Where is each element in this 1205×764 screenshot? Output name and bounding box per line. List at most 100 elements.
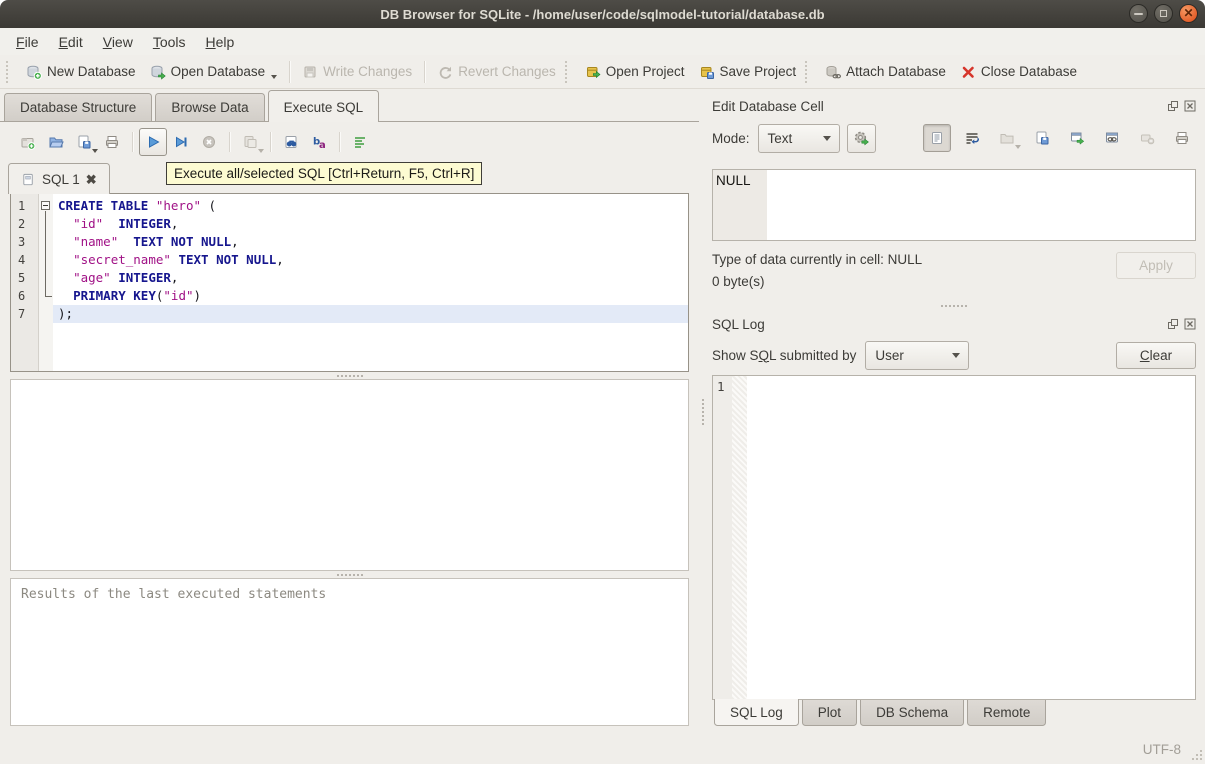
print-sql-button[interactable]: [98, 128, 126, 156]
editor-line[interactable]: 1 CREATE TABLE "hero" (: [11, 197, 688, 215]
cell-value-editor[interactable]: NULL: [712, 169, 1196, 241]
import-dropdown-icon[interactable]: [1015, 145, 1021, 149]
attach-database-icon: [825, 64, 842, 80]
horizontal-splitter[interactable]: [712, 300, 1196, 312]
editor-line[interactable]: 4 "secret_name" TEXT NOT NULL,: [11, 251, 688, 269]
menubar: File Edit View Tools Help: [0, 28, 1205, 55]
menu-view[interactable]: View: [93, 30, 143, 54]
tab-browse-data[interactable]: Browse Data: [155, 93, 265, 121]
sql-document-icon: [21, 172, 36, 187]
edit-cell-dock-header: Edit Database Cell: [712, 96, 1196, 116]
export-results-dropdown-icon[interactable]: [258, 149, 264, 153]
menu-edit[interactable]: Edit: [49, 30, 93, 54]
resize-grip[interactable]: [1190, 748, 1202, 760]
sql-toolbar-separator: [132, 132, 133, 152]
tab-db-schema[interactable]: DB Schema: [860, 700, 965, 726]
find-replace-button[interactable]: [277, 128, 305, 156]
editor-line[interactable]: 5 "age" INTEGER,: [11, 269, 688, 287]
tab-database-structure[interactable]: Database Structure: [4, 93, 153, 121]
sql-log-editor[interactable]: 1: [712, 375, 1196, 700]
new-database-button[interactable]: New Database: [19, 60, 143, 84]
dock-close-icon[interactable]: [1184, 318, 1196, 330]
results-placeholder: Results of the last executed statements: [21, 587, 327, 602]
execute-all-icon: [145, 134, 161, 150]
mode-select[interactable]: Text: [757, 123, 840, 153]
set-null-button[interactable]: [1133, 124, 1161, 152]
toolbar-grip[interactable]: [805, 60, 812, 83]
print-cell-button[interactable]: [1168, 124, 1196, 152]
clear-log-button[interactable]: Clear: [1116, 341, 1196, 369]
text-view-button[interactable]: [923, 124, 951, 152]
print-icon: [104, 134, 120, 150]
toolbar-grip[interactable]: [6, 60, 13, 83]
open-in-external-app-button[interactable]: [1063, 124, 1091, 152]
sql-doc-tab-label: SQL 1: [42, 171, 80, 187]
close-database-button[interactable]: Close Database: [953, 60, 1084, 84]
editor-line[interactable]: 7);: [11, 305, 688, 323]
open-database-button[interactable]: Open Database: [143, 60, 285, 84]
open-database-icon: [150, 64, 166, 80]
horizontal-splitter[interactable]: [0, 571, 699, 578]
sql-editor[interactable]: 1 CREATE TABLE "hero" (2 "id" INTEGER, 3 "…: [10, 193, 689, 372]
save-project-button[interactable]: Save Project: [692, 60, 804, 84]
editor-line[interactable]: 3 "name" TEXT NOT NULL,: [11, 233, 688, 251]
stop-icon: [201, 134, 217, 150]
new-tab-button[interactable]: [14, 128, 42, 156]
stop-button[interactable]: [195, 128, 223, 156]
cell-type-info: Type of data currently in cell: NULL: [712, 252, 923, 267]
save-sql-file-button[interactable]: [70, 128, 98, 156]
submitted-by-select[interactable]: User: [865, 340, 970, 370]
dock-close-icon[interactable]: [1184, 100, 1196, 112]
sql-doc-tab[interactable]: SQL 1 ✖: [8, 163, 110, 194]
tab-execute-sql[interactable]: Execute SQL: [267, 90, 380, 122]
revert-changes-button[interactable]: Revert Changes: [430, 60, 563, 84]
export-results-button[interactable]: [236, 128, 264, 156]
format-sql-button[interactable]: [346, 128, 374, 156]
open-database-dropdown-icon[interactable]: [271, 74, 278, 79]
menu-help[interactable]: Help: [196, 30, 245, 54]
toolbar-grip[interactable]: [564, 60, 572, 83]
editor-line[interactable]: 6 PRIMARY KEY("id"): [11, 287, 688, 305]
copy-link-button[interactable]: [1098, 124, 1126, 152]
horizontal-splitter[interactable]: [0, 372, 699, 379]
word-wrap-button[interactable]: [958, 124, 986, 152]
menu-file[interactable]: File: [6, 30, 49, 54]
execute-current-line-button[interactable]: [167, 128, 195, 156]
tab-sql-log[interactable]: SQL Log: [714, 699, 799, 726]
execute-all-button[interactable]: [139, 128, 167, 156]
vertical-splitter[interactable]: [699, 89, 706, 734]
print-icon: [1174, 130, 1190, 146]
auto-apply-button[interactable]: [846, 123, 876, 153]
results-message-panel[interactable]: Results of the last executed statements: [10, 578, 689, 726]
encoding-indicator[interactable]: UTF-8: [1143, 742, 1181, 757]
dock-float-icon[interactable]: [1167, 318, 1179, 330]
import-data-button[interactable]: [993, 124, 1021, 152]
close-icon[interactable]: ✕: [1179, 4, 1198, 23]
tab-plot[interactable]: Plot: [801, 700, 858, 726]
close-database-label: Close Database: [980, 64, 1077, 79]
write-changes-label: Write Changes: [323, 64, 413, 79]
tab-remote[interactable]: Remote: [967, 700, 1047, 726]
cell-size-info: 0 byte(s): [712, 274, 765, 289]
gear-apply-icon: [853, 130, 870, 147]
dock-float-icon[interactable]: [1167, 100, 1179, 112]
results-grid-panel[interactable]: [10, 379, 689, 571]
new-tab-icon: [20, 134, 36, 150]
attach-database-button[interactable]: Attach Database: [818, 60, 953, 84]
write-changes-button[interactable]: Write Changes: [295, 60, 419, 84]
edit-cell-title: Edit Database Cell: [712, 98, 824, 114]
export-data-button[interactable]: [1028, 124, 1056, 152]
close-tab-icon[interactable]: ✖: [86, 173, 97, 186]
show-sql-label: Show SQL submitted by: [712, 347, 857, 363]
open-project-icon: [585, 64, 601, 80]
open-sql-file-button[interactable]: [42, 128, 70, 156]
auto-completion-button[interactable]: ba: [305, 128, 333, 156]
minimize-icon[interactable]: [1129, 4, 1148, 23]
tooltip: Execute all/selected SQL [Ctrl+Return, F…: [166, 162, 483, 185]
menu-tools[interactable]: Tools: [143, 30, 196, 54]
apply-button[interactable]: Apply: [1116, 252, 1196, 279]
maximize-icon[interactable]: [1154, 4, 1173, 23]
editor-line[interactable]: 2 "id" INTEGER,: [11, 215, 688, 233]
open-project-button[interactable]: Open Project: [578, 60, 692, 84]
text-view-icon: [929, 130, 945, 146]
